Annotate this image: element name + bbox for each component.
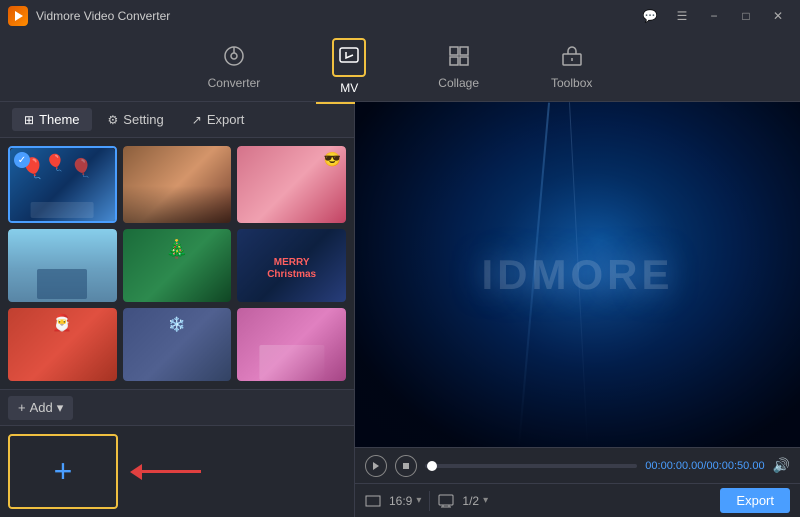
collage-icon <box>447 44 471 72</box>
theme-snowy[interactable]: ❄️ Snowy Night <box>123 308 232 381</box>
converter-icon <box>222 44 246 72</box>
nav-item-collage[interactable]: Collage <box>422 36 495 98</box>
setting-subnav-icon: ⚙ <box>108 113 119 127</box>
bottom-bar: 16:9 ▾ 1/2 ▾ Export <box>355 483 800 517</box>
add-label: Add <box>30 400 53 415</box>
mv-icon <box>338 49 360 71</box>
ratio-selector[interactable]: 16:9 ▾ <box>389 494 421 508</box>
preview-watermark: IDMORE <box>482 251 674 299</box>
left-panel: ⊞ Theme ⚙ Setting ↗ Export ✓ 🎈 🎈 <box>0 102 355 517</box>
add-button[interactable]: + Add ▾ <box>8 396 73 420</box>
divider-v1 <box>429 491 430 511</box>
titlebar-left: Vidmore Video Converter <box>8 6 170 26</box>
nav-label-collage: Collage <box>438 76 479 90</box>
subnav-setting[interactable]: ⚙ Setting <box>96 108 176 131</box>
plus-icon: + <box>54 453 73 490</box>
theme-santa[interactable]: 🎅 Santa Claus <box>8 308 117 381</box>
subnav-export-label: Export <box>207 112 245 127</box>
time-display: 00:00:00.00/00:00:50.00 <box>645 460 764 472</box>
titlebar: Vidmore Video Converter 💬 ☰ − □ ✕ <box>0 0 800 32</box>
add-bar: + Add ▾ <box>0 389 354 425</box>
plus-add-box[interactable]: + <box>8 434 118 509</box>
monitor-icon <box>438 493 454 509</box>
top-nav: Converter MV Collage <box>0 32 800 102</box>
nav-item-mv[interactable]: MV <box>316 30 382 103</box>
arrow-indicator <box>130 464 201 480</box>
add-plus-icon: + <box>18 400 26 415</box>
export-subnav-icon: ↗ <box>192 113 202 127</box>
play-button[interactable] <box>365 455 387 477</box>
sub-nav: ⊞ Theme ⚙ Setting ↗ Export <box>0 102 354 138</box>
right-panel: IDMORE 00:00:00.00/00:00:50.00 🔊 16:9 <box>355 102 800 517</box>
main-content: ⊞ Theme ⚙ Setting ↗ Export ✓ 🎈 🎈 <box>0 102 800 517</box>
theme-merry[interactable]: MERRYChristmas Merry Christmas <box>237 229 346 302</box>
plus-row: + <box>8 434 346 509</box>
pages-value: 1/2 <box>462 494 479 508</box>
theme-current[interactable]: ✓ 🎈 🎈 🎈 Current <box>8 146 117 223</box>
volume-icon[interactable]: 🔊 <box>773 457 790 474</box>
subnav-theme-label: Theme <box>39 112 79 127</box>
preview-bg: IDMORE <box>355 102 800 447</box>
export-button[interactable]: Export <box>720 488 790 513</box>
theme-subnav-icon: ⊞ <box>24 113 34 127</box>
nav-item-converter[interactable]: Converter <box>192 36 277 98</box>
app-icon <box>8 6 28 26</box>
playback-bar: 00:00:00.00/00:00:50.00 🔊 <box>355 447 800 483</box>
toolbox-icon <box>560 44 584 72</box>
titlebar-controls: 💬 ☰ − □ ✕ <box>636 6 792 26</box>
arrow-line <box>141 470 201 473</box>
preview-area: IDMORE <box>355 102 800 447</box>
nav-label-converter: Converter <box>208 76 261 90</box>
progress-dot <box>427 461 437 471</box>
aspect-icon <box>365 493 381 509</box>
theme-christmas[interactable]: 🎄 Christmas Eve <box>123 229 232 302</box>
close-button[interactable]: ✕ <box>764 6 792 26</box>
subnav-setting-label: Setting <box>123 112 163 127</box>
maximize-button[interactable]: □ <box>732 6 760 26</box>
ratio-value: 16:9 <box>389 494 412 508</box>
ratio-dropdown-icon: ▾ <box>416 495 421 506</box>
subnav-export[interactable]: ↗ Export <box>180 108 257 131</box>
menu-button[interactable]: ☰ <box>668 6 696 26</box>
nav-label-mv: MV <box>340 81 358 95</box>
theme-happy[interactable]: 😎 Happy <box>237 146 346 223</box>
progress-bar[interactable] <box>425 464 637 468</box>
stop-button[interactable] <box>395 455 417 477</box>
message-button[interactable]: 💬 <box>636 6 664 26</box>
nav-item-toolbox[interactable]: Toolbox <box>535 36 608 98</box>
minimize-button[interactable]: − <box>700 6 728 26</box>
pages-dropdown-icon: ▾ <box>483 495 488 506</box>
pages-selector[interactable]: 1/2 ▾ <box>462 494 488 508</box>
app-title: Vidmore Video Converter <box>36 9 170 23</box>
add-dropdown-icon: ▾ <box>57 400 64 416</box>
theme-check-current: ✓ <box>14 152 30 168</box>
themes-grid: ✓ 🎈 🎈 🎈 Current Neat 😎 <box>0 138 354 389</box>
theme-simple[interactable]: Simple <box>8 229 117 302</box>
subnav-theme[interactable]: ⊞ Theme <box>12 108 92 131</box>
theme-neat[interactable]: Neat <box>123 146 232 223</box>
plus-area: + <box>0 425 354 517</box>
nav-label-toolbox: Toolbox <box>551 76 592 90</box>
theme-stripes[interactable]: Stripes & Waves <box>237 308 346 381</box>
